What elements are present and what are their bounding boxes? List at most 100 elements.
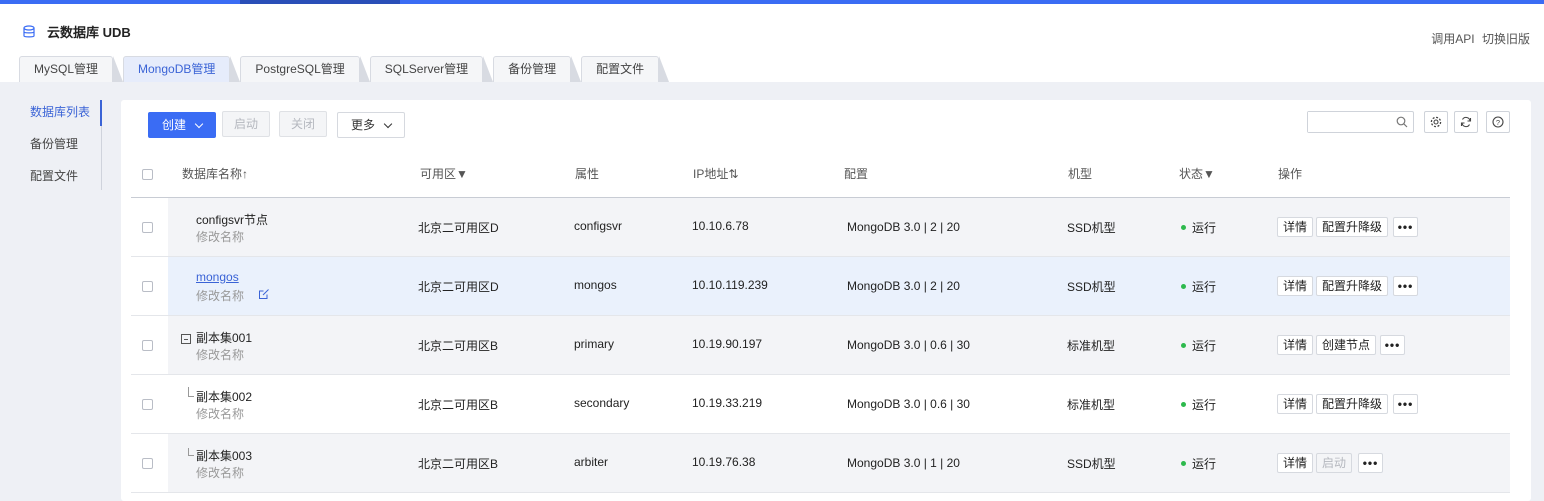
attr-cell: primary (574, 337, 615, 351)
create-button-label: 创建 (161, 118, 186, 132)
help-button[interactable]: ? (1486, 111, 1510, 133)
status-dot (1181, 343, 1186, 348)
tree-connector (188, 387, 194, 397)
attr-cell: arbiter (574, 455, 609, 469)
database-icon (23, 24, 35, 37)
model-cell: 标准机型 (1067, 339, 1116, 353)
status-dot (1181, 461, 1186, 466)
col-model: 机型 (1068, 167, 1093, 181)
ip-cell: 10.19.90.197 (692, 337, 763, 351)
zone-cell: 北京二可用区D (418, 221, 499, 235)
table-row: 副本集003 修改名称 北京二可用区B arbiter 10.19.76.38 … (131, 434, 1510, 493)
detail-button[interactable]: 详情 (1277, 217, 1314, 237)
select-all-checkbox[interactable] (142, 169, 153, 180)
start-row-button[interactable]: 启动 (1316, 453, 1353, 473)
table-row: 副本集001 修改名称 北京二可用区B primary 10.19.90.197… (131, 316, 1510, 375)
row-checkbox[interactable] (142, 458, 153, 469)
detail-button[interactable]: 详情 (1277, 453, 1314, 473)
status-badge: 运行 (1181, 337, 1216, 354)
config-cell: MongoDB 3.0 | 1 | 20 (847, 456, 960, 470)
sidebar-item-config-file[interactable]: 配置文件 (16, 164, 101, 196)
rename-link[interactable]: 修改名称 (196, 464, 244, 481)
db-table: 数据库名称↑ 可用区▼ 属性 IP地址⇅ 配置 机型 状态▼ 操作 config… (131, 154, 1510, 493)
row-more-button[interactable]: ••• (1358, 453, 1383, 473)
search-icon (1396, 116, 1408, 128)
table-row: configsvr节点 修改名称 北京二可用区D configsvr 10.10… (131, 198, 1510, 257)
row-more-button[interactable]: ••• (1393, 276, 1418, 296)
col-name[interactable]: 数据库名称↑ (182, 154, 248, 194)
rename-link[interactable]: 修改名称 (196, 228, 244, 245)
col-zone[interactable]: 可用区▼ (420, 154, 468, 194)
stop-button[interactable]: 关闭 (279, 111, 327, 137)
rename-link[interactable]: 修改名称 (196, 287, 244, 304)
search-box (1307, 111, 1414, 133)
more-button-label: 更多 (350, 118, 375, 132)
rename-link[interactable]: 修改名称 (196, 346, 244, 363)
edit-icon[interactable] (258, 288, 270, 300)
status-badge: 运行 (1181, 455, 1216, 472)
refresh-button[interactable] (1454, 111, 1478, 133)
switch-old-version-link[interactable]: 切换旧版 (1482, 32, 1530, 46)
status-dot (1181, 225, 1186, 230)
model-cell: SSD机型 (1067, 221, 1116, 235)
tab-postgresql[interactable]: PostgreSQL管理 (240, 56, 371, 82)
config-cell: MongoDB 3.0 | 0.6 | 30 (847, 397, 970, 411)
status-text: 运行 (1192, 221, 1217, 235)
tab-mongodb[interactable]: MongoDB管理 (123, 56, 241, 82)
status-text: 运行 (1192, 457, 1217, 471)
tab-sqlserver[interactable]: SQLServer管理 (369, 56, 494, 82)
db-name: 副本集001 (196, 331, 253, 345)
resize-button[interactable]: 配置升降级 (1316, 276, 1389, 296)
search-input[interactable] (1308, 112, 1388, 132)
sidebar-item-db-list[interactable]: 数据库列表 (16, 100, 101, 132)
col-ip[interactable]: IP地址⇅ (693, 154, 738, 194)
status-badge: 运行 (1181, 396, 1216, 413)
chevron-down-icon (194, 119, 204, 129)
config-cell: MongoDB 3.0 | 2 | 20 (847, 279, 960, 293)
row-checkbox[interactable] (142, 340, 153, 351)
product-tabs: MySQL管理 MongoDB管理 PostgreSQL管理 SQLServer… (19, 56, 670, 82)
tab-mysql[interactable]: MySQL管理 (19, 56, 124, 82)
ip-cell: 10.10.119.239 (692, 278, 768, 292)
row-more-button[interactable]: ••• (1393, 394, 1418, 414)
title-row: 云数据库 UDB (22, 22, 131, 41)
row-checkbox[interactable] (142, 281, 153, 292)
db-name: configsvr节点 (196, 213, 269, 227)
row-more-button[interactable]: ••• (1380, 335, 1405, 355)
status-badge: 运行 (1181, 278, 1216, 295)
row-more-button[interactable]: ••• (1393, 217, 1418, 237)
start-button[interactable]: 启动 (222, 111, 270, 137)
db-name-link[interactable]: mongos (196, 270, 239, 284)
detail-button[interactable]: 详情 (1277, 394, 1314, 414)
attr-cell: secondary (574, 396, 630, 410)
detail-button[interactable]: 详情 (1277, 335, 1314, 355)
config-cell: MongoDB 3.0 | 2 | 20 (847, 220, 960, 234)
resize-button[interactable]: 配置升降级 (1316, 217, 1389, 237)
api-link[interactable]: 调用API (1431, 32, 1474, 46)
ip-cell: 10.10.6.78 (692, 219, 749, 233)
table-row: 副本集002 修改名称 北京二可用区B secondary 10.19.33.2… (131, 375, 1510, 434)
create-node-button[interactable]: 创建节点 (1316, 335, 1377, 355)
tab-backup[interactable]: 备份管理 (493, 56, 582, 82)
settings-button[interactable] (1424, 111, 1448, 133)
collapse-icon[interactable] (181, 334, 191, 344)
row-checkbox[interactable] (142, 222, 153, 233)
sidebar-item-backup[interactable]: 备份管理 (16, 132, 101, 164)
resize-button[interactable]: 配置升降级 (1316, 394, 1389, 414)
side-nav: 数据库列表 备份管理 配置文件 (16, 100, 102, 190)
svg-text:?: ? (1496, 118, 1500, 127)
status-text: 运行 (1192, 280, 1217, 294)
model-cell: SSD机型 (1067, 457, 1116, 471)
ip-cell: 10.19.76.38 (692, 455, 756, 469)
header-links: 调用API 切换旧版 (1427, 30, 1530, 47)
tab-config-file[interactable]: 配置文件 (581, 56, 670, 82)
col-ops: 操作 (1278, 167, 1303, 181)
rename-link[interactable]: 修改名称 (196, 405, 244, 422)
help-icon: ? (1492, 116, 1504, 128)
detail-button[interactable]: 详情 (1277, 276, 1314, 296)
create-button[interactable]: 创建 (148, 112, 216, 138)
more-button[interactable]: 更多 (337, 112, 405, 138)
row-checkbox[interactable] (142, 399, 153, 410)
col-status[interactable]: 状态▼ (1179, 154, 1215, 194)
col-attr: 属性 (575, 167, 600, 181)
